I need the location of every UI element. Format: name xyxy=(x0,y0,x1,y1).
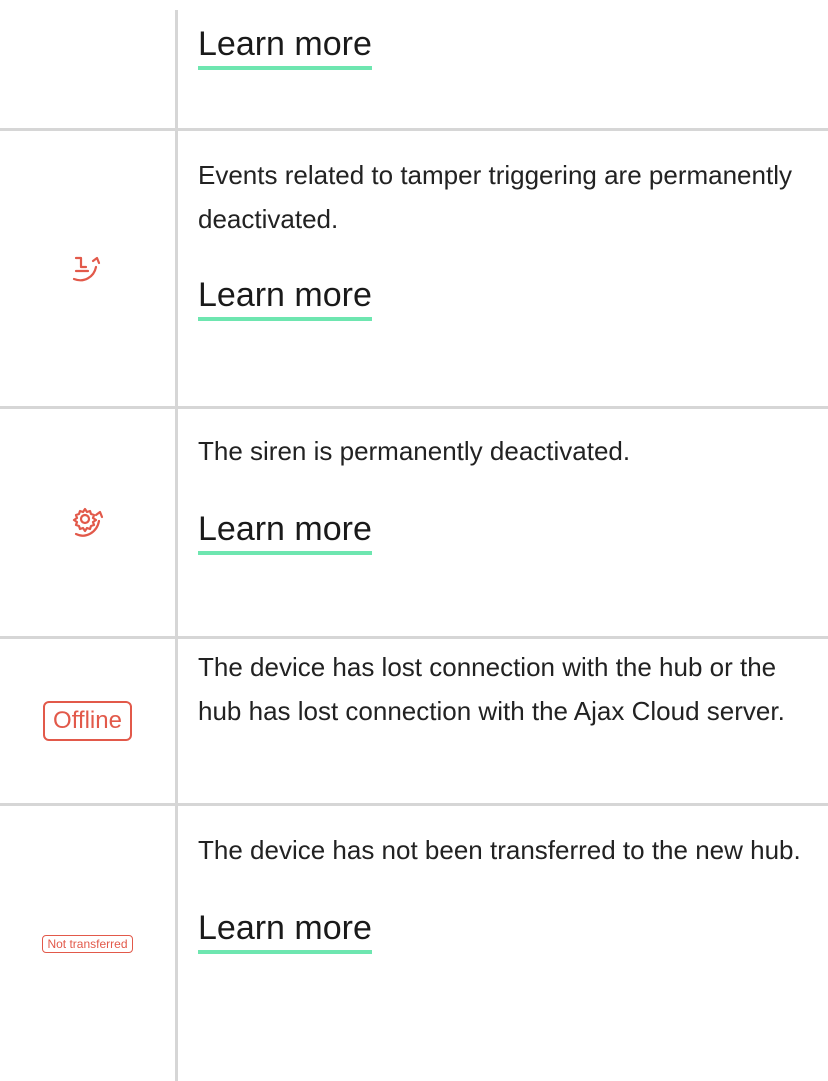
offline-badge: Offline xyxy=(43,701,132,741)
learn-more-link[interactable]: Learn more xyxy=(198,24,372,70)
tamper-deactivated-icon xyxy=(72,256,100,281)
row-description: The device has not been transferred to t… xyxy=(198,835,801,865)
table-row: Offline The device has lost connection w… xyxy=(0,639,828,803)
row-description: Events related to tamper triggering are … xyxy=(198,160,792,234)
not-transferred-badge: Not transferred xyxy=(42,934,133,953)
row-description: The device has lost connection with the … xyxy=(198,652,785,726)
table-row: Not transferred The device has not been … xyxy=(0,806,828,1081)
row-description: The siren is permanently deactivated. xyxy=(198,436,631,466)
table-row: The siren is permanently deactivated. Le… xyxy=(0,409,828,636)
table-row: Learn more xyxy=(0,0,828,131)
learn-more-link[interactable]: Learn more xyxy=(198,908,372,954)
table-row: Events related to tamper triggering are … xyxy=(0,131,828,406)
siren-deactivated-icon xyxy=(72,507,103,537)
status-table: Learn more Events related to tamper trig… xyxy=(0,0,828,1081)
learn-more-link[interactable]: Learn more xyxy=(198,509,372,555)
learn-more-link[interactable]: Learn more xyxy=(198,275,372,321)
